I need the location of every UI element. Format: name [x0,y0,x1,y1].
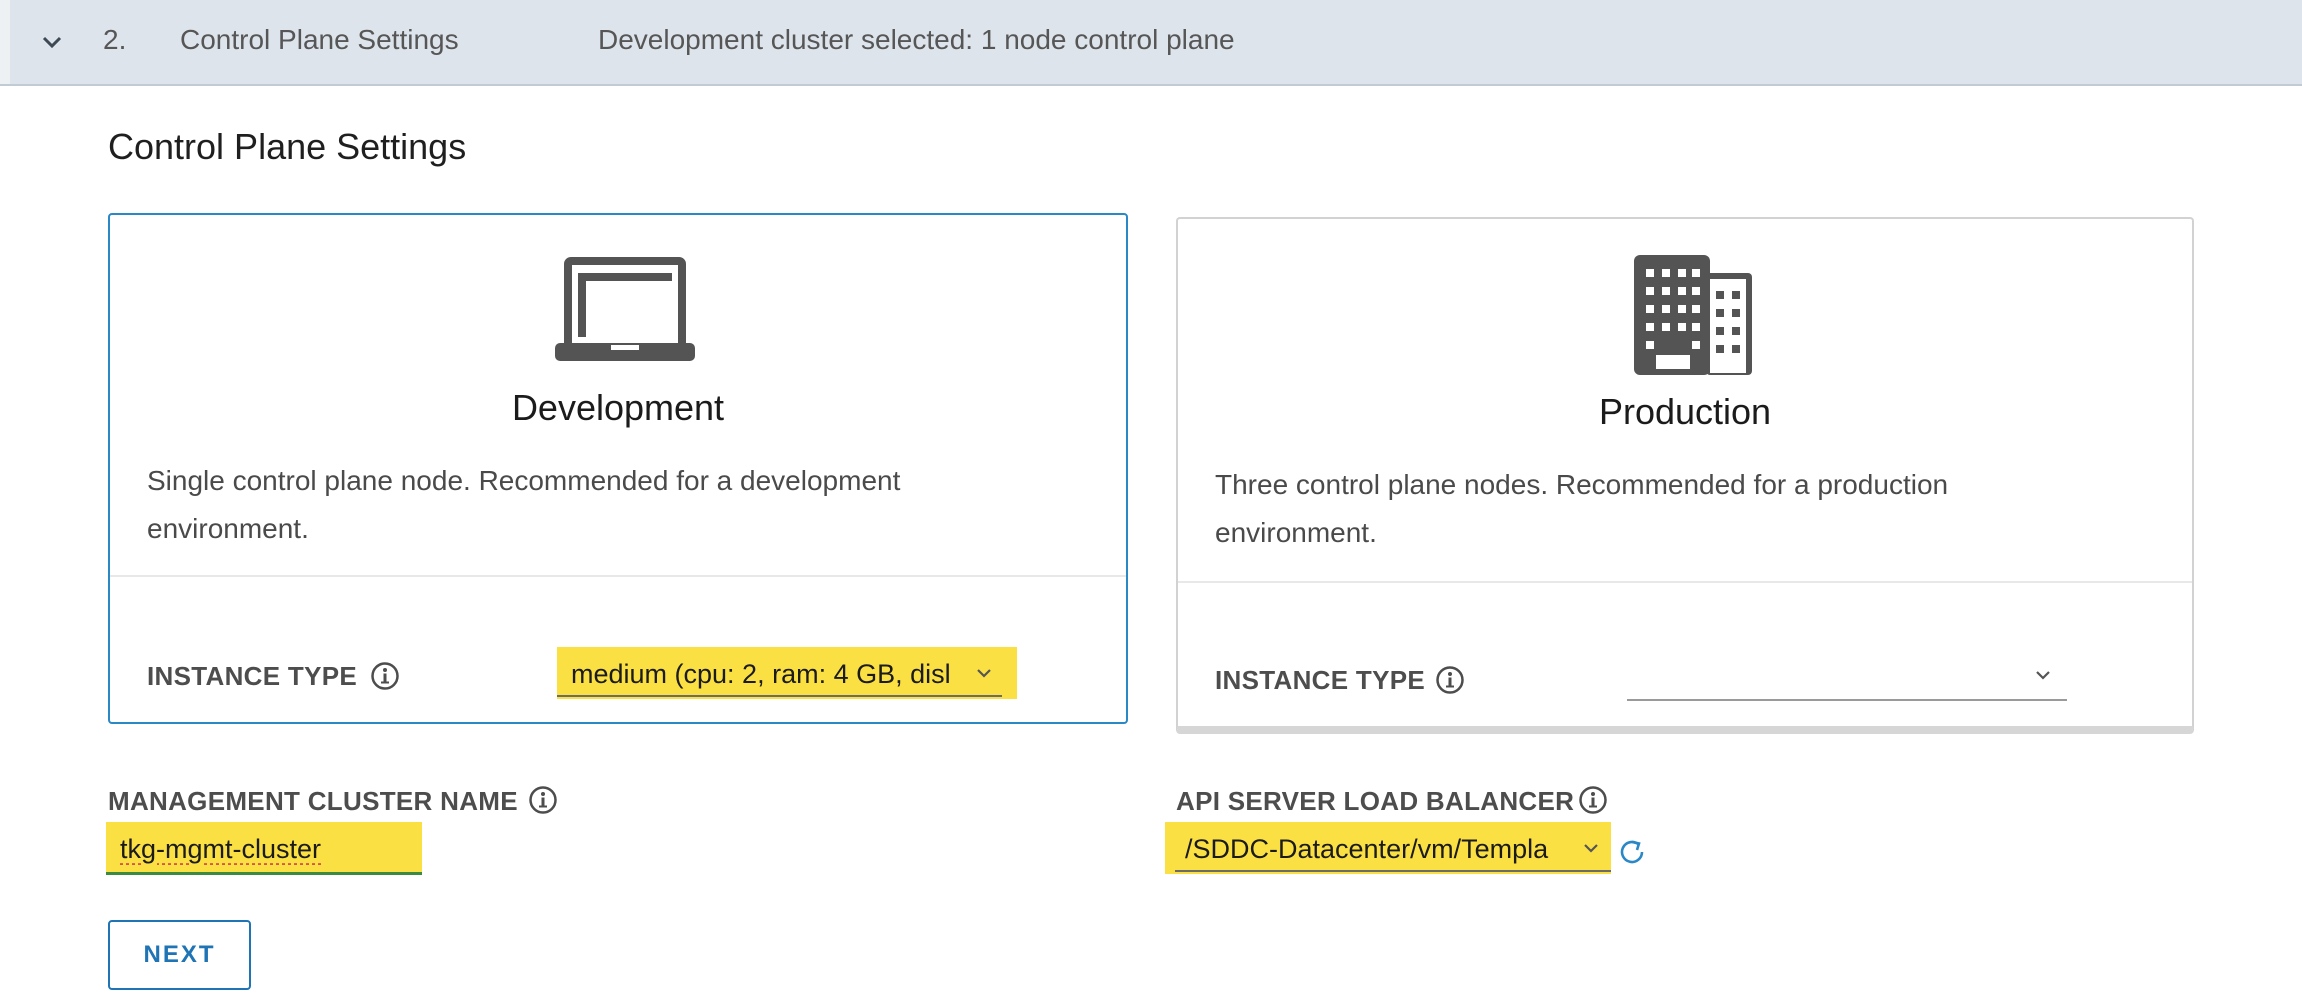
development-instance-type-select[interactable]: medium (cpu: 2, ram: 4 GB, disl [557,647,1017,699]
refresh-icon[interactable] [1616,836,1648,868]
api-server-load-balancer-value: /SDDC-Datacenter/vm/Templa [1185,834,1549,864]
step-summary: Development cluster selected: 1 node con… [598,24,1235,55]
api-server-load-balancer-select[interactable]: /SDDC-Datacenter/vm/Templa [1165,822,1611,874]
chevron-down-icon[interactable] [2033,665,2053,685]
info-icon[interactable] [1435,665,1465,695]
building-icon [1634,255,1752,375]
step-header[interactable]: 2. Control Plane Settings Development cl… [0,0,2302,86]
production-divider [1178,581,2192,583]
step-title: Control Plane Settings [180,24,459,55]
step-number: 2. [103,24,127,55]
production-instance-type-select[interactable] [1627,649,2073,701]
management-cluster-name-input[interactable]: tkg-mgmt-cluster [106,822,422,875]
production-instance-type-label: INSTANCE TYPE [1215,665,1425,695]
production-select-underline [1627,699,2067,701]
production-description-line-1: Three control plane nodes. Recommended f… [1215,469,1949,500]
production-card[interactable]: Production Three control plane nodes. Re… [1176,217,2194,734]
management-cluster-name-underline [106,872,422,875]
development-instance-type-value: medium (cpu: 2, ram: 4 GB, disl [571,659,951,689]
info-icon[interactable] [1578,785,1608,815]
api-server-load-balancer-underline [1175,870,1611,872]
info-icon[interactable] [370,661,400,691]
next-button[interactable]: NEXT [108,920,251,990]
chevron-down-icon[interactable] [974,663,994,683]
chevron-down-icon[interactable] [1581,838,1601,858]
development-description-line-2: environment. [147,513,309,544]
section-title: Control Plane Settings [108,126,467,167]
development-select-underline [557,695,1002,697]
development-title: Development [511,387,725,428]
management-cluster-name-label: MANAGEMENT CLUSTER NAME [108,786,518,816]
production-description: Three control plane nodes. Recommended f… [1215,461,2115,557]
development-description-line-1: Single control plane node. Recommended f… [147,465,901,496]
info-icon[interactable] [528,785,558,815]
development-card[interactable]: Development Single control plane node. R… [108,213,1128,724]
production-description-line-2: environment. [1215,517,1377,548]
development-instance-type-label: INSTANCE TYPE [147,661,357,691]
development-divider [110,575,1126,577]
production-title: Production [1598,391,1772,432]
management-cluster-name-value: tkg-mgmt-cluster [120,834,322,864]
step-header-edge [0,0,10,84]
api-server-load-balancer-label: API SERVER LOAD BALANCER [1176,786,1575,816]
development-description: Single control plane node. Recommended f… [147,457,1047,553]
laptop-icon [555,257,695,361]
chevron-down-icon[interactable] [38,28,66,56]
